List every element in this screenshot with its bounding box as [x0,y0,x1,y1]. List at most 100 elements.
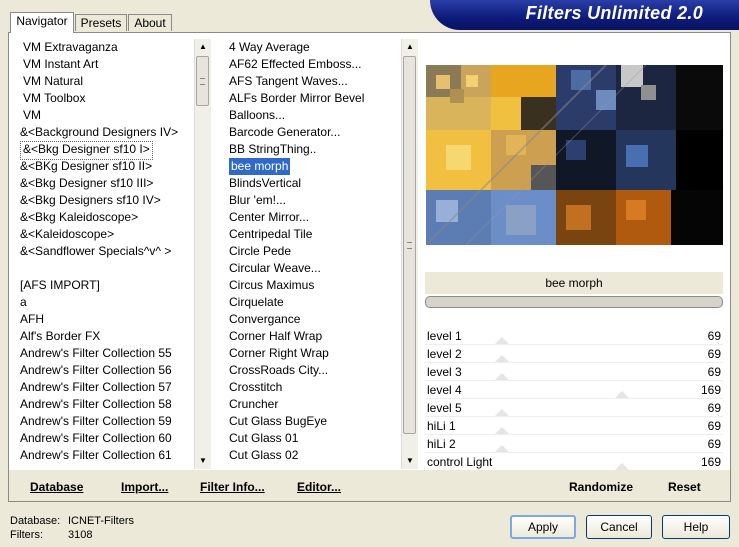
list-item[interactable]: Crosstitch [227,379,401,396]
import-label: Import... [121,480,169,494]
slider-marker-icon[interactable] [495,373,509,380]
slider-control-light[interactable]: control Light 169 [425,453,723,471]
tab-about[interactable]: About [128,14,172,31]
list-item[interactable]: &<Bkg Designers sf10 IV> [19,192,194,209]
filter-info-button[interactable]: Filter Info... [200,480,265,494]
list-item[interactable]: Barcode Generator... [227,124,401,141]
list-item[interactable]: Circular Weave... [227,260,401,277]
slider-level-2[interactable]: level 2 69 [425,345,723,363]
list-item[interactable]: Andrew's Filter Collection 60 [19,430,194,447]
list-item[interactable]: &<BKg Designer sf10 II> [19,158,194,175]
slider-marker-icon[interactable] [495,427,509,434]
list-item[interactable]: &<Bkg Kaleidoscope> [19,209,194,226]
list-item[interactable]: Andrew's Filter Collection 58 [19,396,194,413]
list-item[interactable]: Circus Maximus [227,277,401,294]
list-item[interactable]: Circle Pede [227,243,401,260]
list-item[interactable]: Cirquelate [227,294,401,311]
progress-bar [425,296,723,308]
slider-value: 69 [707,365,721,379]
slider-value: 69 [707,437,721,451]
scroll-thumb[interactable] [403,56,416,434]
list-item[interactable]: Cut Glass BugEye [227,413,401,430]
list-item[interactable]: &<Kaleidoscope> [19,226,194,243]
slider-level-1[interactable]: level 1 69 [425,327,723,345]
selected-filter-name: bee morph [425,272,723,294]
slider-marker-icon[interactable] [495,355,509,362]
list-item[interactable]: Corner Half Wrap [227,328,401,345]
list-item[interactable]: ALFs Border Mirror Bevel [227,90,401,107]
filters-count-value: 3108 [68,529,93,541]
scroll-down-arrow-icon[interactable]: ▼ [402,453,418,469]
slider-level-4[interactable]: level 4 169 [425,381,723,399]
slider-marker-icon[interactable] [615,391,629,398]
database-button[interactable]: Database [30,480,83,494]
category-list[interactable]: VM Extravaganza VM Instant Art VM Natural V… [19,39,194,469]
list-item[interactable]: [AFS IMPORT] [19,277,194,294]
help-button[interactable]: Help [662,515,730,539]
list-item[interactable]: Andrew's Filter Collection 56 [19,362,194,379]
editor-button[interactable]: Editor... [297,480,341,494]
slider-level-5[interactable]: level 5 69 [425,399,723,417]
list-item[interactable]: &<Background Designers IV> [19,124,194,141]
list-item[interactable]: BlindsVertical [227,175,401,192]
tab-navigator[interactable]: Navigator [10,12,74,33]
list-item[interactable]: Centripedal Tile [227,226,401,243]
slider-marker-icon[interactable] [495,445,509,452]
list-item[interactable]: AFS Tangent Waves... [227,73,401,90]
cancel-button[interactable]: Cancel [586,515,652,539]
list-item[interactable]: VM Instant Art [19,56,194,73]
list-item[interactable]: Cut Glass 02 [227,447,401,464]
database-status-value: ICNET-Filters [68,515,134,527]
category-scrollbar[interactable]: ▲ ▼ [194,39,211,469]
list-item[interactable]: VM [19,107,194,124]
list-item[interactable]: Andrew's Filter Collection 57 [19,379,194,396]
list-item[interactable]: bee morph [229,158,291,175]
randomize-button[interactable]: Randomize [569,480,633,494]
slider-value: 169 [700,455,721,469]
import-button[interactable]: Import... [121,480,168,494]
slider-value: 69 [707,347,721,361]
list-item[interactable]: Convergance [227,311,401,328]
list-item[interactable]: AF62 Effected Emboss... [227,56,401,73]
list-item[interactable]: Cruncher [227,396,401,413]
list-item[interactable]: Cut Glass 01 [227,430,401,447]
list-item[interactable]: Andrew's Filter Collection 55 [19,345,194,362]
slider-marker-icon[interactable] [615,463,629,470]
database-status-label: Database: [10,515,61,527]
scroll-up-arrow-icon[interactable]: ▲ [195,39,211,55]
list-item[interactable]: VM Extravaganza [19,39,194,56]
list-item[interactable]: CrossRoads City... [227,362,401,379]
reset-button[interactable]: Reset [668,480,701,494]
list-item[interactable]: Corner Right Wrap [227,345,401,362]
list-item[interactable]: VM Toolbox [19,90,194,107]
list-item[interactable]: Alf's Border FX [19,328,194,345]
list-item[interactable]: AFH [19,311,194,328]
scroll-up-arrow-icon[interactable]: ▲ [402,39,418,55]
list-item[interactable]: Andrew's Filter Collection 61 [19,447,194,464]
slider-hili-2[interactable]: hiLi 2 69 [425,435,723,453]
filter-scrollbar[interactable]: ▲ ▼ [401,39,418,469]
list-item[interactable]: Blur 'em!... [227,192,401,209]
list-item[interactable]: Balloons... [227,107,401,124]
list-item[interactable]: BB StringThing.. [227,141,401,158]
apply-button[interactable]: Apply [510,515,576,539]
app-title: Filters Unlimited 2.0 [525,3,703,23]
slider-hili-1[interactable]: hiLi 1 69 [425,417,723,435]
filter-list[interactable]: 4 Way Average AF62 Effected Emboss... AFS … [227,39,401,469]
list-item[interactable] [19,260,194,277]
tab-presets[interactable]: Presets [75,14,127,31]
list-item[interactable]: a [19,294,194,311]
slider-marker-icon[interactable] [495,409,509,416]
list-item[interactable]: &<Bkg Designer sf10 III> [19,175,194,192]
list-item[interactable]: VM Natural [19,73,194,90]
slider-marker-icon[interactable] [495,337,509,344]
list-item[interactable]: Center Mirror... [227,209,401,226]
scroll-down-arrow-icon[interactable]: ▼ [195,453,211,469]
slider-level-3[interactable]: level 3 69 [425,363,723,381]
list-item[interactable]: Andrew's Filter Collection 59 [19,413,194,430]
list-item[interactable]: 4 Way Average [227,39,401,56]
list-item[interactable]: &<Sandflower Specials^v^ > [19,243,194,260]
slider-label: level 5 [427,401,462,415]
scroll-thumb[interactable] [196,56,209,106]
title-bar: Filters Unlimited 2.0 [430,0,739,30]
